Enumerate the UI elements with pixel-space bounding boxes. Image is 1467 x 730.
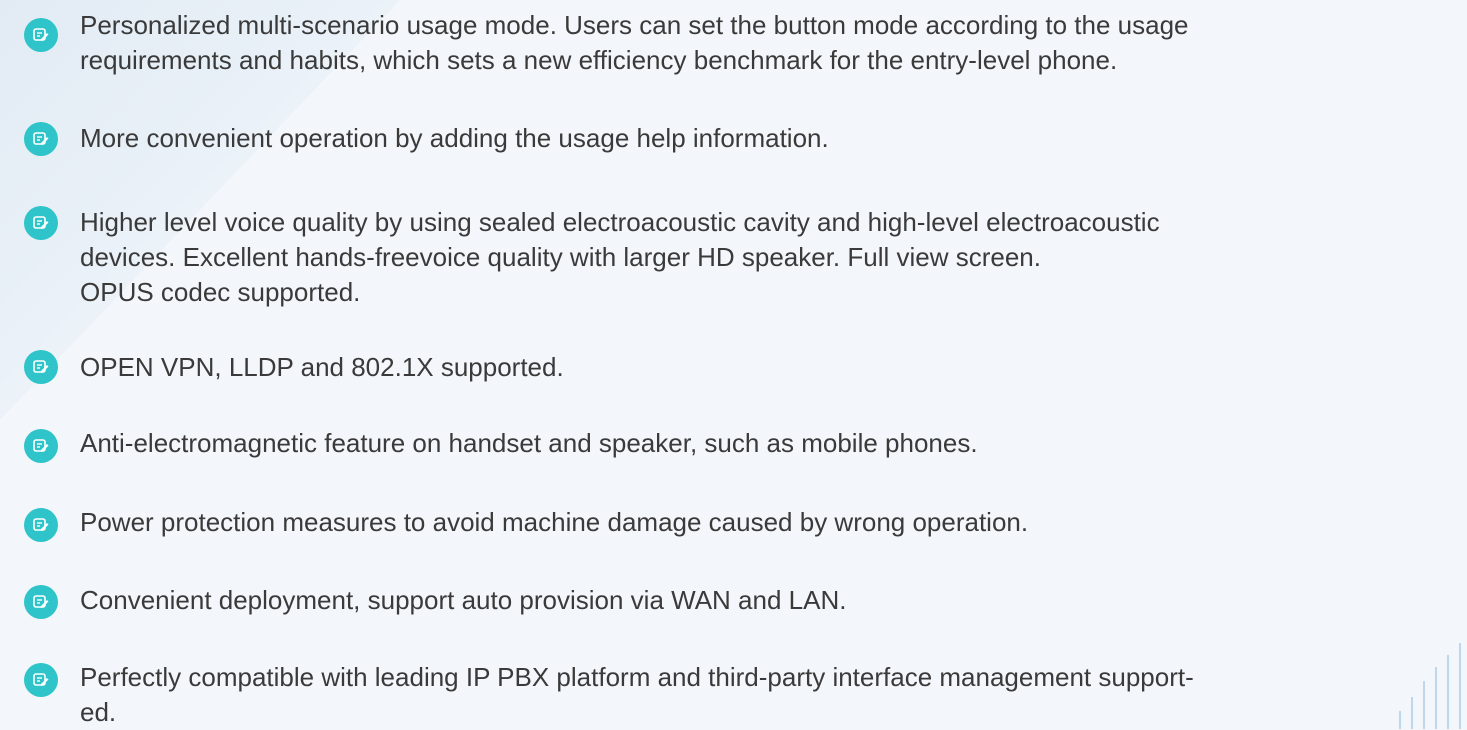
note-pen-icon [24, 429, 58, 463]
note-pen-icon [24, 585, 58, 619]
note-pen-icon [24, 122, 58, 156]
feature-text: More convenient operation by adding the … [80, 123, 829, 153]
feature-text: Power protection measures to avoid machi… [80, 507, 1029, 537]
note-pen-icon [24, 206, 58, 240]
note-pen-icon [24, 663, 58, 697]
feature-text: Perfectly compatible with leading IP PBX… [80, 662, 1194, 727]
feature-text: Anti-electromagnetic feature on handset … [80, 428, 978, 458]
feature-text: Personalized multi-scenario usage mode. … [80, 10, 1189, 75]
note-pen-icon [24, 508, 58, 542]
note-pen-icon [24, 350, 58, 384]
feature-text: Convenient deployment, support auto prov… [80, 585, 847, 615]
note-pen-icon [24, 18, 58, 52]
feature-text: OPEN VPN, LLDP and 802.1X supported. [80, 352, 564, 382]
feature-text: Higher level voice quality by using seal… [80, 207, 1160, 307]
